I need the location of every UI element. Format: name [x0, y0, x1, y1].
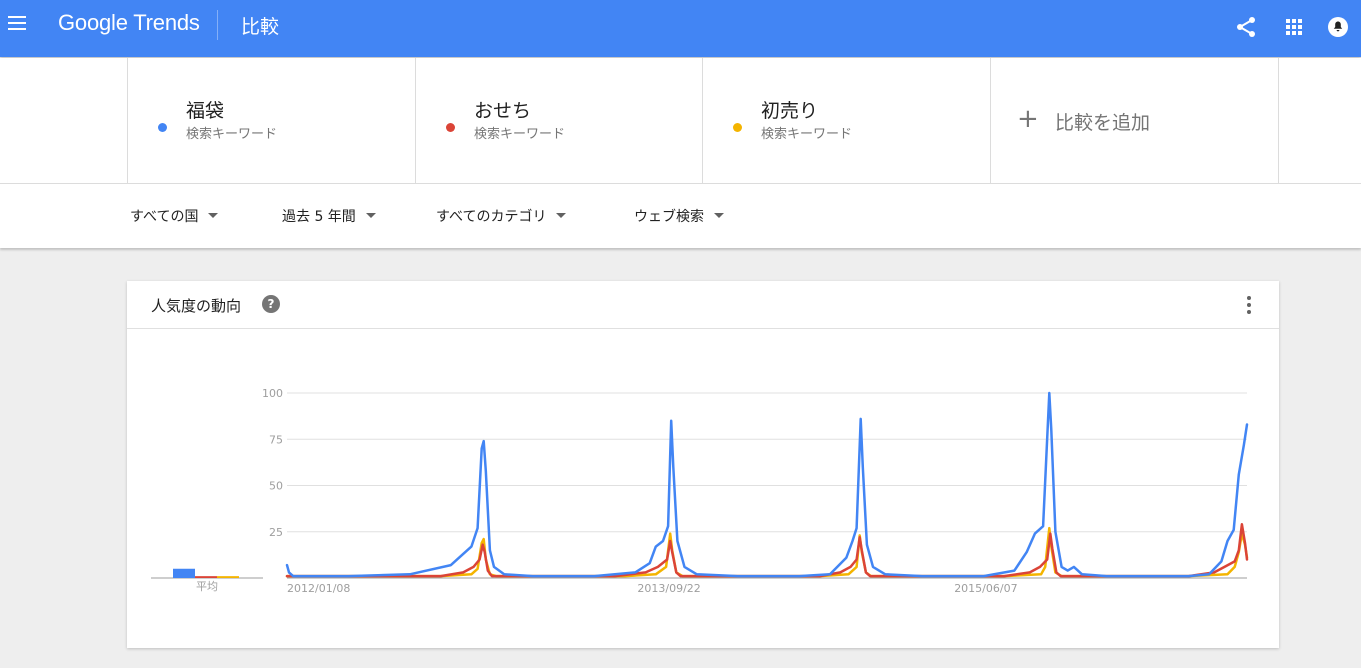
series-color-dot: [733, 123, 742, 132]
menu-icon[interactable]: [8, 13, 30, 33]
filter-category[interactable]: すべてのカテゴリ: [436, 206, 567, 226]
search-terms-bar: 福袋 検索キーワード おせち 検索キーワード 初売り 検索キーワード + 比較を…: [0, 58, 1361, 184]
y-tick-label: 50: [269, 480, 283, 493]
filter-search-type[interactable]: ウェブ検索: [634, 206, 724, 226]
add-comparison-label: 比較を追加: [1055, 112, 1151, 134]
term-type: 検索キーワード: [474, 127, 566, 142]
average-bar: [195, 576, 217, 578]
term-name: 福袋: [186, 100, 225, 122]
y-tick-label: 25: [269, 526, 283, 539]
series-color-dot: [158, 123, 167, 132]
plus-icon: +: [1017, 104, 1039, 134]
top-app-bar: Google Trends 比較: [0, 0, 1361, 57]
series-line: [285, 391, 1249, 578]
google-trends-logo[interactable]: Google Trends: [58, 10, 200, 36]
filter-label: すべての国: [130, 209, 199, 225]
term-name: 初売り: [761, 100, 819, 122]
apps-icon[interactable]: [1282, 15, 1306, 39]
y-tick-label: 75: [269, 433, 283, 446]
y-tick-label: 100: [262, 387, 283, 400]
page-title: 比較: [241, 16, 280, 38]
series-color-dot: [446, 123, 455, 132]
term-type: 検索キーワード: [186, 127, 278, 142]
interest-over-time-card: 人気度の動向 ? 100 75 50 25 2012/01/08 2013/09/22 20…: [127, 281, 1279, 648]
dropdown-arrow-icon: [556, 212, 567, 218]
average-bar: [217, 576, 239, 578]
term-type: 検索キーワード: [761, 127, 853, 142]
x-tick-label: 2013/09/22: [637, 582, 700, 595]
term-name: おせち: [474, 100, 532, 122]
filter-bar: すべての国 過去 5 年間 すべてのカテゴリ ウェブ検索: [0, 184, 1361, 248]
filter-region[interactable]: すべての国: [130, 206, 219, 226]
dropdown-arrow-icon: [365, 212, 376, 218]
x-tick-label: 2015/06/07: [954, 582, 1017, 595]
x-tick-label: 2012/01/08: [287, 582, 350, 595]
filter-label: 過去 5 年間: [282, 209, 356, 225]
share-icon[interactable]: [1234, 15, 1258, 39]
dropdown-arrow-icon: [714, 212, 724, 218]
account-icon[interactable]: [1326, 15, 1350, 39]
add-comparison-button[interactable]: + 比較を追加: [990, 58, 1279, 184]
dropdown-arrow-icon: [208, 212, 219, 218]
interest-line-chart[interactable]: 100 75 50 25 2012/01/08 2013/09/22 2015/06/07 平…: [127, 281, 1279, 648]
average-bar: [173, 568, 195, 578]
header-divider: [217, 10, 218, 40]
term-card-hatsuuri[interactable]: 初売り 検索キーワード: [702, 58, 990, 184]
term-card-fukubukuro[interactable]: 福袋 検索キーワード: [127, 58, 415, 184]
filter-label: すべてのカテゴリ: [436, 209, 547, 225]
filter-time-range[interactable]: 過去 5 年間: [282, 206, 376, 226]
filter-label: ウェブ検索: [634, 209, 704, 225]
term-card-osechi[interactable]: おせち 検索キーワード: [415, 58, 703, 184]
average-label: 平均: [196, 580, 218, 593]
